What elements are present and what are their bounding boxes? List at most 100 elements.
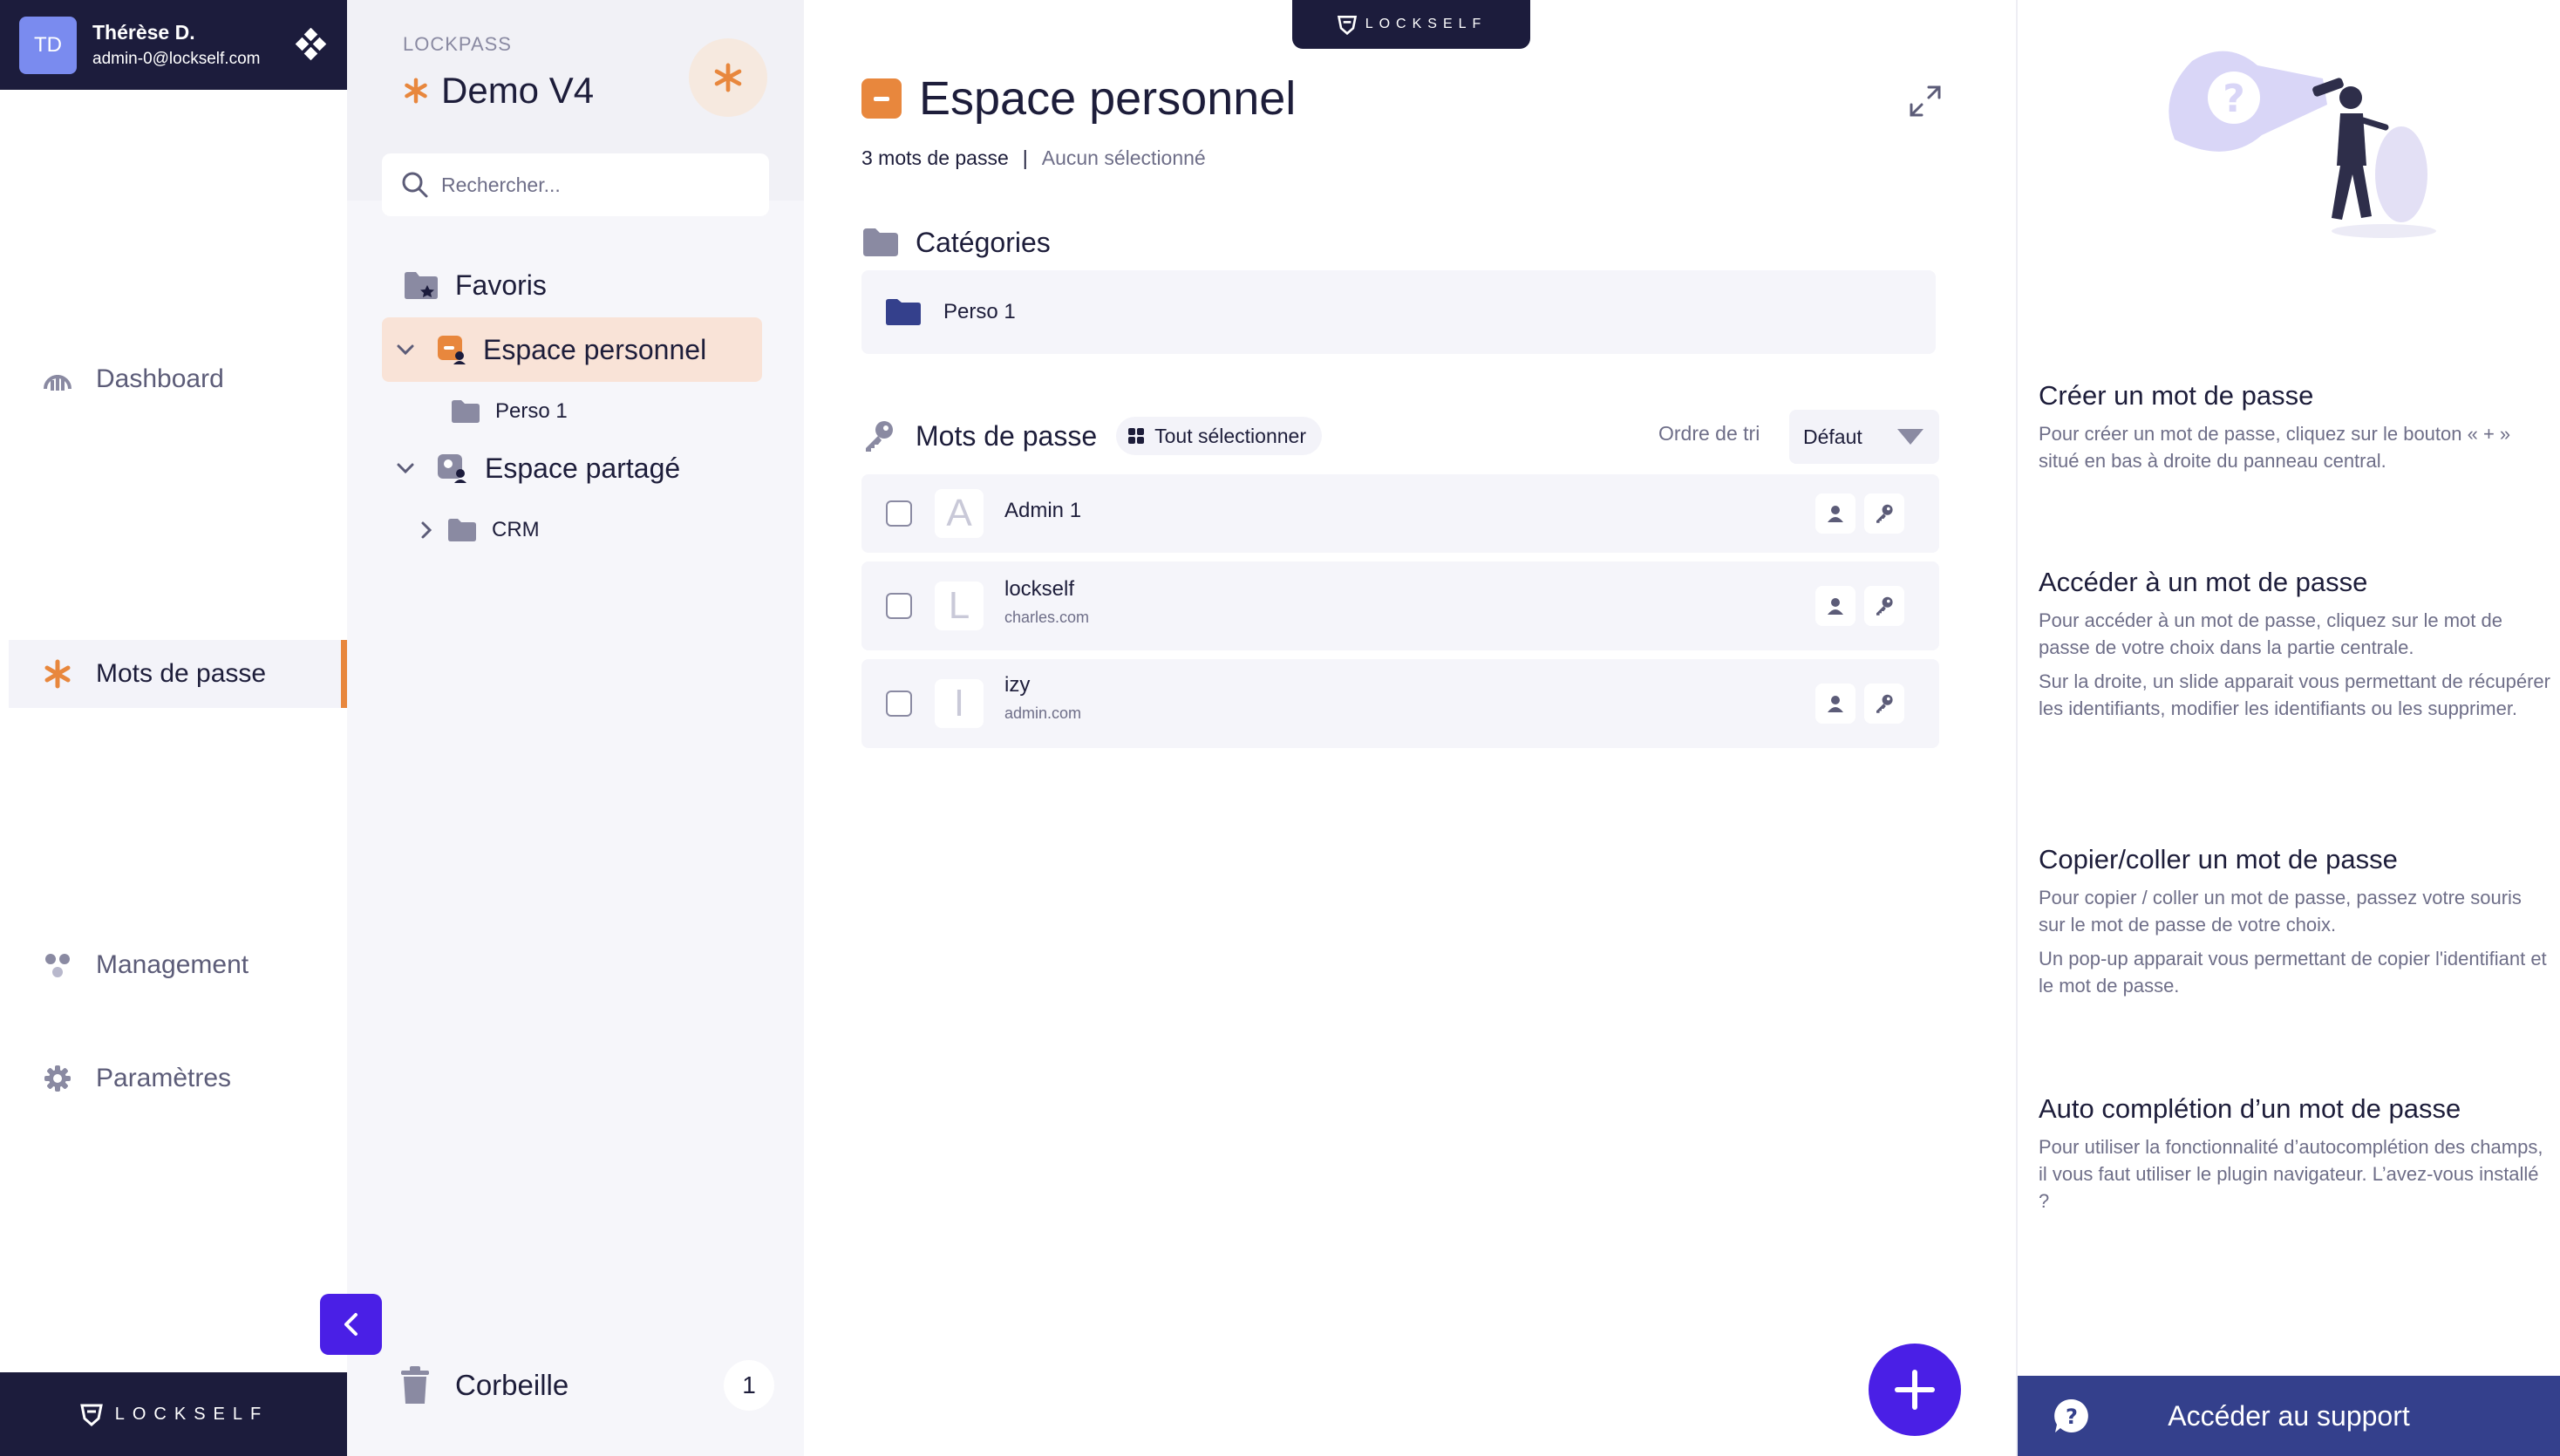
brand-name: LOCKSELF xyxy=(114,1404,269,1424)
asterisk-icon xyxy=(405,78,427,104)
help-autocomplete-password: Auto complétion d’un mot de passe Pour u… xyxy=(2039,1093,2553,1221)
password-row[interactable]: I izy admin.com xyxy=(861,659,1939,748)
user-name: Thérèse D. xyxy=(92,21,195,44)
plus-icon xyxy=(1895,1370,1935,1410)
help-text: Pour utiliser la fonctionnalité d’autoco… xyxy=(2039,1136,2543,1212)
password-name: Admin 1 xyxy=(1004,499,1082,522)
gear-icon xyxy=(40,1061,75,1096)
asterisk-icon xyxy=(40,657,75,691)
user-profile[interactable]: TD Thérèse D. admin-0@lockself.com xyxy=(0,0,347,90)
row-checkbox[interactable] xyxy=(886,691,912,717)
category-label: Perso 1 xyxy=(943,300,1016,323)
key-icon xyxy=(1876,504,1893,523)
row-checkbox[interactable] xyxy=(886,593,912,619)
copy-password-button[interactable] xyxy=(1864,586,1904,626)
page-title-text: Espace personnel xyxy=(919,72,1297,125)
password-letter-avatar: I xyxy=(935,679,984,728)
brand-footer: LOCKSELF xyxy=(0,1372,347,1456)
copy-password-button[interactable] xyxy=(1864,684,1904,724)
user-info: Thérèse D. admin-0@lockself.com xyxy=(92,21,260,69)
help-create-password: Créer un mot de passe Pour créer un mot … xyxy=(2039,380,2553,481)
help-title: Copier/coller un mot de passe xyxy=(2039,844,2398,874)
category-item-perso-1[interactable]: Perso 1 xyxy=(861,270,1936,354)
add-password-button[interactable] xyxy=(1869,1344,1961,1436)
nav-item-dashboard[interactable]: Dashboard xyxy=(9,345,347,413)
nav-label-management: Management xyxy=(96,950,249,979)
row-checkbox[interactable] xyxy=(886,500,912,527)
chevron-left-icon xyxy=(344,1313,357,1336)
support-label: Accéder au support xyxy=(2168,1399,2410,1432)
search-input[interactable] xyxy=(441,173,755,197)
management-icon xyxy=(40,948,75,983)
chevron-down-icon[interactable] xyxy=(394,457,417,480)
nav-item-settings[interactable]: Paramètres xyxy=(9,1044,347,1112)
help-access-password: Accéder à un mot de passe Pour accéder à… xyxy=(2039,567,2553,729)
support-button[interactable]: ? Accéder au support xyxy=(2018,1376,2560,1456)
caret-down-icon xyxy=(1897,429,1923,445)
password-letter-avatar: A xyxy=(935,489,984,538)
nav-item-passwords[interactable]: Mots de passe xyxy=(9,640,347,708)
nav-item-management[interactable]: Management xyxy=(9,931,347,999)
tree-item-shared-space[interactable]: Espace partagé xyxy=(394,445,680,492)
password-name: lockself xyxy=(1004,577,1075,601)
help-panel: ? Créer un mot de passe Pour créer un mo… xyxy=(2016,0,2560,1456)
folder-panel: LOCKPASS Demo V4 Favoris Espace personne… xyxy=(347,0,804,1456)
separator: | xyxy=(1022,146,1028,169)
sort-select[interactable]: Défaut xyxy=(1789,410,1939,464)
select-all-label: Tout sélectionner xyxy=(1154,424,1306,447)
trash-icon xyxy=(401,1366,429,1404)
tree-item-perso-1[interactable]: Perso 1 xyxy=(450,394,568,429)
tree-label-crm: CRM xyxy=(492,518,540,541)
sort-label: Ordre de tri xyxy=(1658,422,1760,445)
select-all-button[interactable]: Tout sélectionner xyxy=(1116,417,1322,455)
folder-icon xyxy=(452,400,480,423)
tree-label-favorites: Favoris xyxy=(455,269,547,301)
chevron-down-icon[interactable] xyxy=(394,338,417,361)
tree-item-favorites[interactable]: Favoris xyxy=(403,263,547,307)
personal-space-icon xyxy=(861,78,902,119)
password-name: izy xyxy=(1004,673,1031,697)
tree-item-personal-space[interactable]: Espace personnel xyxy=(382,317,762,382)
tree-label-shared-space: Espace partagé xyxy=(485,452,681,484)
personal-space-icon xyxy=(438,336,466,364)
tree-label-personal-space: Espace personnel xyxy=(483,333,707,365)
expand-icon[interactable] xyxy=(1908,84,1943,119)
copy-username-button[interactable] xyxy=(1815,493,1855,534)
password-url: admin.com xyxy=(1004,704,1082,722)
collapse-sidebar-button[interactable] xyxy=(320,1294,382,1355)
password-text: izy admin.com xyxy=(1004,673,1081,723)
vault-label: LOCKPASS xyxy=(403,33,512,55)
password-row[interactable]: L lockself charles.com xyxy=(861,561,1939,650)
copy-username-button[interactable] xyxy=(1815,684,1855,724)
help-text: Pour créer un mot de passe, cliquez sur … xyxy=(2039,423,2511,472)
password-text: Admin 1 xyxy=(1004,499,1081,523)
user-email: admin-0@lockself.com xyxy=(92,50,261,68)
selection-status: Aucun sélectionné xyxy=(1041,146,1206,169)
avatar: TD xyxy=(19,16,77,74)
help-text: Pour copier / coller un mot de passe, pa… xyxy=(2039,887,2522,936)
main-content: LOCKSELF Espace personnel 3 mots de pass… xyxy=(804,0,2016,1456)
tree-item-crm[interactable]: CRM xyxy=(415,513,540,548)
user-icon xyxy=(1828,696,1843,712)
help-title: Créer un mot de passe xyxy=(2039,380,2314,411)
key-icon xyxy=(861,418,900,453)
nav-label-dashboard: Dashboard xyxy=(96,364,224,393)
vault-title[interactable]: Demo V4 xyxy=(403,70,594,112)
trash-item[interactable]: Corbeille 1 xyxy=(399,1360,774,1411)
user-menu-icon[interactable] xyxy=(295,28,328,61)
trash-count-badge: 1 xyxy=(724,1360,774,1411)
page-title: Espace personnel xyxy=(861,71,1296,126)
categories-header: Catégories xyxy=(861,225,1051,260)
nav-label-passwords: Mots de passe xyxy=(96,659,267,688)
search-icon xyxy=(402,172,428,198)
chevron-right-icon[interactable] xyxy=(415,519,438,541)
search-box[interactable] xyxy=(382,153,769,216)
password-row[interactable]: A Admin 1 xyxy=(861,474,1939,553)
folder-icon xyxy=(886,299,921,325)
copy-username-button[interactable] xyxy=(1815,586,1855,626)
key-icon xyxy=(1876,596,1893,616)
brand-name: LOCKSELF xyxy=(1365,17,1488,31)
help-text: Pour accéder à un mot de passe, cliquez … xyxy=(2039,609,2502,658)
copy-password-button[interactable] xyxy=(1864,493,1904,534)
nav-label-settings: Paramètres xyxy=(96,1064,232,1092)
